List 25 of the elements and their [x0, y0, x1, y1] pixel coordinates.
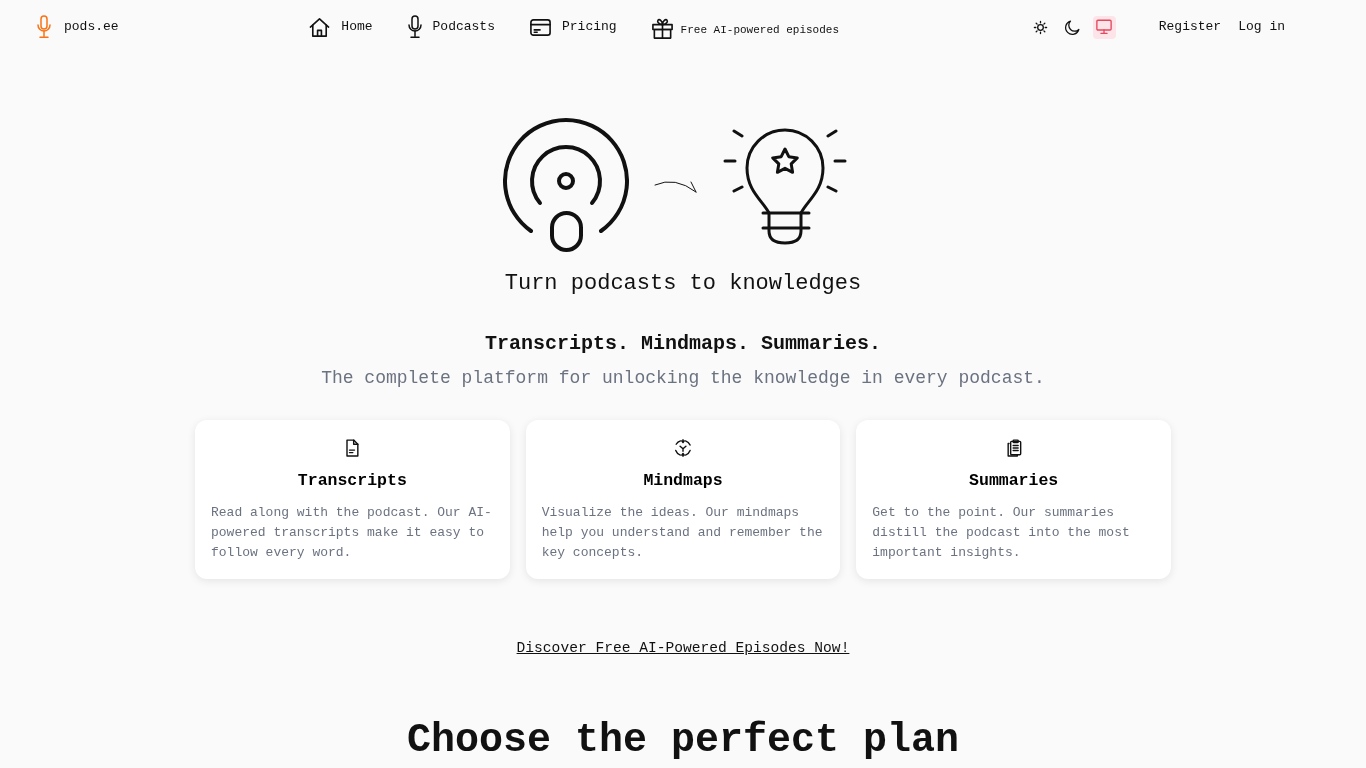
microphone-icon: [406, 15, 423, 39]
feature-text: Get to the point. Our summaries distill the podcast into the most important insights.: [872, 503, 1131, 562]
pricing-heading: Choose the perfect plan: [405, 716, 961, 765]
auth-link[interactable]: Register: [1158, 17, 1222, 37]
feature-title: Transcripts: [296, 469, 408, 492]
nav-link[interactable]: Pricing: [529, 15, 617, 39]
feature-title: Mindmaps: [642, 469, 724, 492]
brand-link[interactable]: pods.ee: [36, 15, 119, 39]
cta-link[interactable]: Discover Free AI-Powered Episodes Now!: [516, 636, 850, 659]
sun-icon: [1032, 19, 1048, 35]
auth-link[interactable]: Log in: [1238, 17, 1285, 37]
headline: Transcripts. Mindmaps. Summaries.: [483, 330, 883, 357]
microphone-logo-icon: [36, 15, 52, 39]
subtitle: The complete platform for unlocking the knowledge in every podcast.: [320, 366, 1046, 390]
feature-text: Visualize the ideas. Our mindmaps help you understand and remember the key concepts.: [541, 503, 824, 562]
feature-text: Read along with the podcast. Our AI-powered transcripts make it easy to follow every word.: [211, 503, 493, 562]
gift-icon: [650, 17, 674, 40]
nav-link[interactable]: Home: [308, 15, 373, 39]
tagline: Turn podcasts to knowledges: [503, 270, 863, 298]
home-icon: [308, 15, 332, 39]
focus-icon: [673, 437, 693, 458]
feature-title: Summaries: [968, 469, 1060, 492]
nav-link[interactable]: Free AI-powered episodes: [650, 17, 840, 37]
monitor-icon: [1095, 18, 1114, 36]
nav-link[interactable]: Podcasts: [406, 15, 495, 39]
